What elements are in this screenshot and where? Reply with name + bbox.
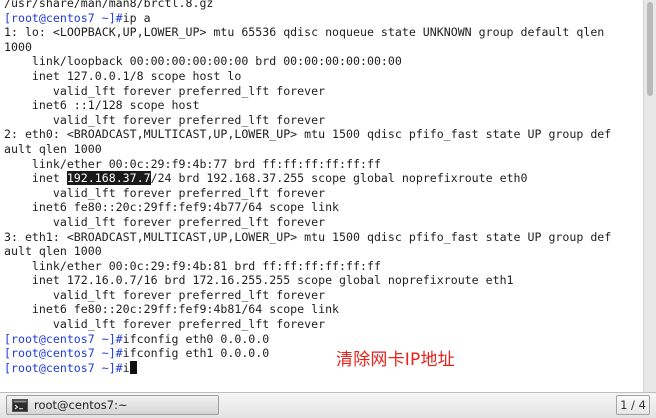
- terminal-line: valid_lft forever preferred_lft forever: [4, 84, 643, 99]
- command-text: ifconfig eth1 0.0.0.0: [122, 346, 270, 361]
- terminal-window[interactable]: /usr/share/man/man8/brctl.8.gz [root@cent…: [0, 0, 643, 392]
- output-text: valid_lft forever preferred_lft forever: [4, 287, 326, 302]
- desktop-screen: /usr/share/man/man8/brctl.8.gz [root@cent…: [0, 0, 656, 418]
- command-text: ip a: [122, 10, 151, 25]
- shell-prompt: [root@centos7 ~]#: [4, 10, 123, 25]
- text-cursor: [129, 360, 137, 374]
- output-text: ault qlen 1000: [4, 244, 102, 259]
- output-text: valid_lft forever preferred_lft forever: [4, 317, 326, 332]
- output-text: 3: eth1: <BROADCAST,MULTICAST,UP,LOWER_U…: [4, 229, 612, 244]
- terminal-icon: [12, 398, 28, 412]
- output-text: 1: lo: <LOOPBACK,UP,LOWER_UP> mtu 65536 …: [4, 25, 605, 40]
- terminal-output[interactable]: /usr/share/man/man8/brctl.8.gz [root@cent…: [0, 0, 643, 375]
- terminal-line: inet6 fe80::20c:29ff:fef9:4b77/64 scope …: [4, 200, 643, 215]
- terminal-line: inet 172.16.0.7/16 brd 172.16.255.255 sc…: [4, 273, 643, 288]
- output-text: 1000: [4, 39, 32, 54]
- command-text: ifconfig eth0 0.0.0.0: [122, 331, 270, 346]
- terminal-line: link/ether 00:0c:29:f9:4b:77 brd ff:ff:f…: [4, 157, 643, 172]
- terminal-line: [root@centos7 ~]#ifconfig eth0 0.0.0.0: [4, 332, 643, 347]
- output-text: inet 127.0.0.1/8 scope host lo: [4, 68, 242, 83]
- output-text: link/ether 00:0c:29:f9:4b:81 brd ff:ff:f…: [4, 258, 381, 273]
- terminal-line: inet6 ::1/128 scope host: [4, 98, 643, 113]
- terminal-line: link/loopback 00:00:00:00:00:00 brd 00:0…: [4, 54, 643, 69]
- terminal-line: 1000: [4, 40, 643, 55]
- taskbar-item-terminal[interactable]: root@centos7:~: [6, 395, 219, 415]
- terminal-line: valid_lft forever preferred_lft forever: [4, 113, 643, 128]
- terminal-line: valid_lft forever preferred_lft forever: [4, 317, 643, 332]
- output-text: /24 brd 192.168.37.255 scope global nopr…: [150, 171, 528, 186]
- terminal-line: 2: eth0: <BROADCAST,MULTICAST,UP,LOWER_U…: [4, 127, 643, 142]
- terminal-line: valid_lft forever preferred_lft forever: [4, 215, 643, 230]
- terminal-line: [root@centos7 ~]#ip a: [4, 11, 643, 26]
- output-text: valid_lft forever preferred_lft forever: [4, 83, 326, 98]
- shell-prompt: [root@centos7 ~]#: [4, 331, 123, 346]
- terminal-line: valid_lft forever preferred_lft forever: [4, 186, 643, 201]
- workspace-pager[interactable]: 1 / 4: [616, 395, 650, 415]
- output-text: inet6 fe80::20c:29ff:fef9:4b77/64 scope …: [4, 200, 340, 215]
- output-text: /usr/share/man/man8/brctl.8.gz: [4, 0, 214, 10]
- line-prefix: inet: [4, 171, 67, 186]
- terminal-line: ault qlen 1000: [4, 244, 643, 259]
- shell-prompt: [root@centos7 ~]#: [4, 346, 123, 361]
- terminal-line: inet6 fe80::20c:29ff:fef9:4b81/64 scope …: [4, 302, 643, 317]
- taskbar-item-label: root@centos7:~: [34, 398, 128, 412]
- terminal-line: inet 192.168.37.7/24 brd 192.168.37.255 …: [4, 171, 643, 186]
- shell-prompt: [root@centos7 ~]#: [4, 360, 123, 375]
- output-text: ault qlen 1000: [4, 141, 102, 156]
- scrollbar-thumb[interactable]: [647, 2, 653, 96]
- output-text: valid_lft forever preferred_lft forever: [4, 112, 326, 127]
- selected-ip-address[interactable]: 192.168.37.7: [66, 171, 151, 186]
- terminal-line: ault qlen 1000: [4, 142, 643, 157]
- terminal-line: [root@centos7 ~]#i: [4, 360, 643, 376]
- output-text: 2: eth0: <BROADCAST,MULTICAST,UP,LOWER_U…: [4, 127, 612, 142]
- output-text: link/loopback 00:00:00:00:00:00 brd 00:0…: [4, 54, 402, 69]
- terminal-line: inet 127.0.0.1/8 scope host lo: [4, 69, 643, 84]
- terminal-line: 1: lo: <LOOPBACK,UP,LOWER_UP> mtu 65536 …: [4, 25, 643, 40]
- terminal-line: valid_lft forever preferred_lft forever: [4, 288, 643, 303]
- output-text: inet 172.16.0.7/16 brd 172.16.255.255 sc…: [4, 273, 514, 288]
- terminal-line: [root@centos7 ~]#ifconfig eth1 0.0.0.0: [4, 346, 643, 361]
- output-text: inet6 ::1/128 scope host: [4, 98, 200, 113]
- output-text: inet6 fe80::20c:29ff:fef9:4b81/64 scope …: [4, 302, 340, 317]
- output-text: valid_lft forever preferred_lft forever: [4, 214, 326, 229]
- output-text: link/ether 00:0c:29:f9:4b:77 brd ff:ff:f…: [4, 156, 381, 171]
- output-text: valid_lft forever preferred_lft forever: [4, 185, 326, 200]
- terminal-line: link/ether 00:0c:29:f9:4b:81 brd ff:ff:f…: [4, 259, 643, 274]
- terminal-scrollbar[interactable]: [643, 0, 656, 392]
- command-text: i: [122, 360, 130, 375]
- annotation-text: 清除网卡IP地址: [336, 350, 455, 370]
- terminal-line: /usr/share/man/man8/brctl.8.gz: [4, 0, 643, 11]
- terminal-line: 3: eth1: <BROADCAST,MULTICAST,UP,LOWER_U…: [4, 230, 643, 245]
- taskbar: root@centos7:~ 1 / 4: [0, 392, 656, 418]
